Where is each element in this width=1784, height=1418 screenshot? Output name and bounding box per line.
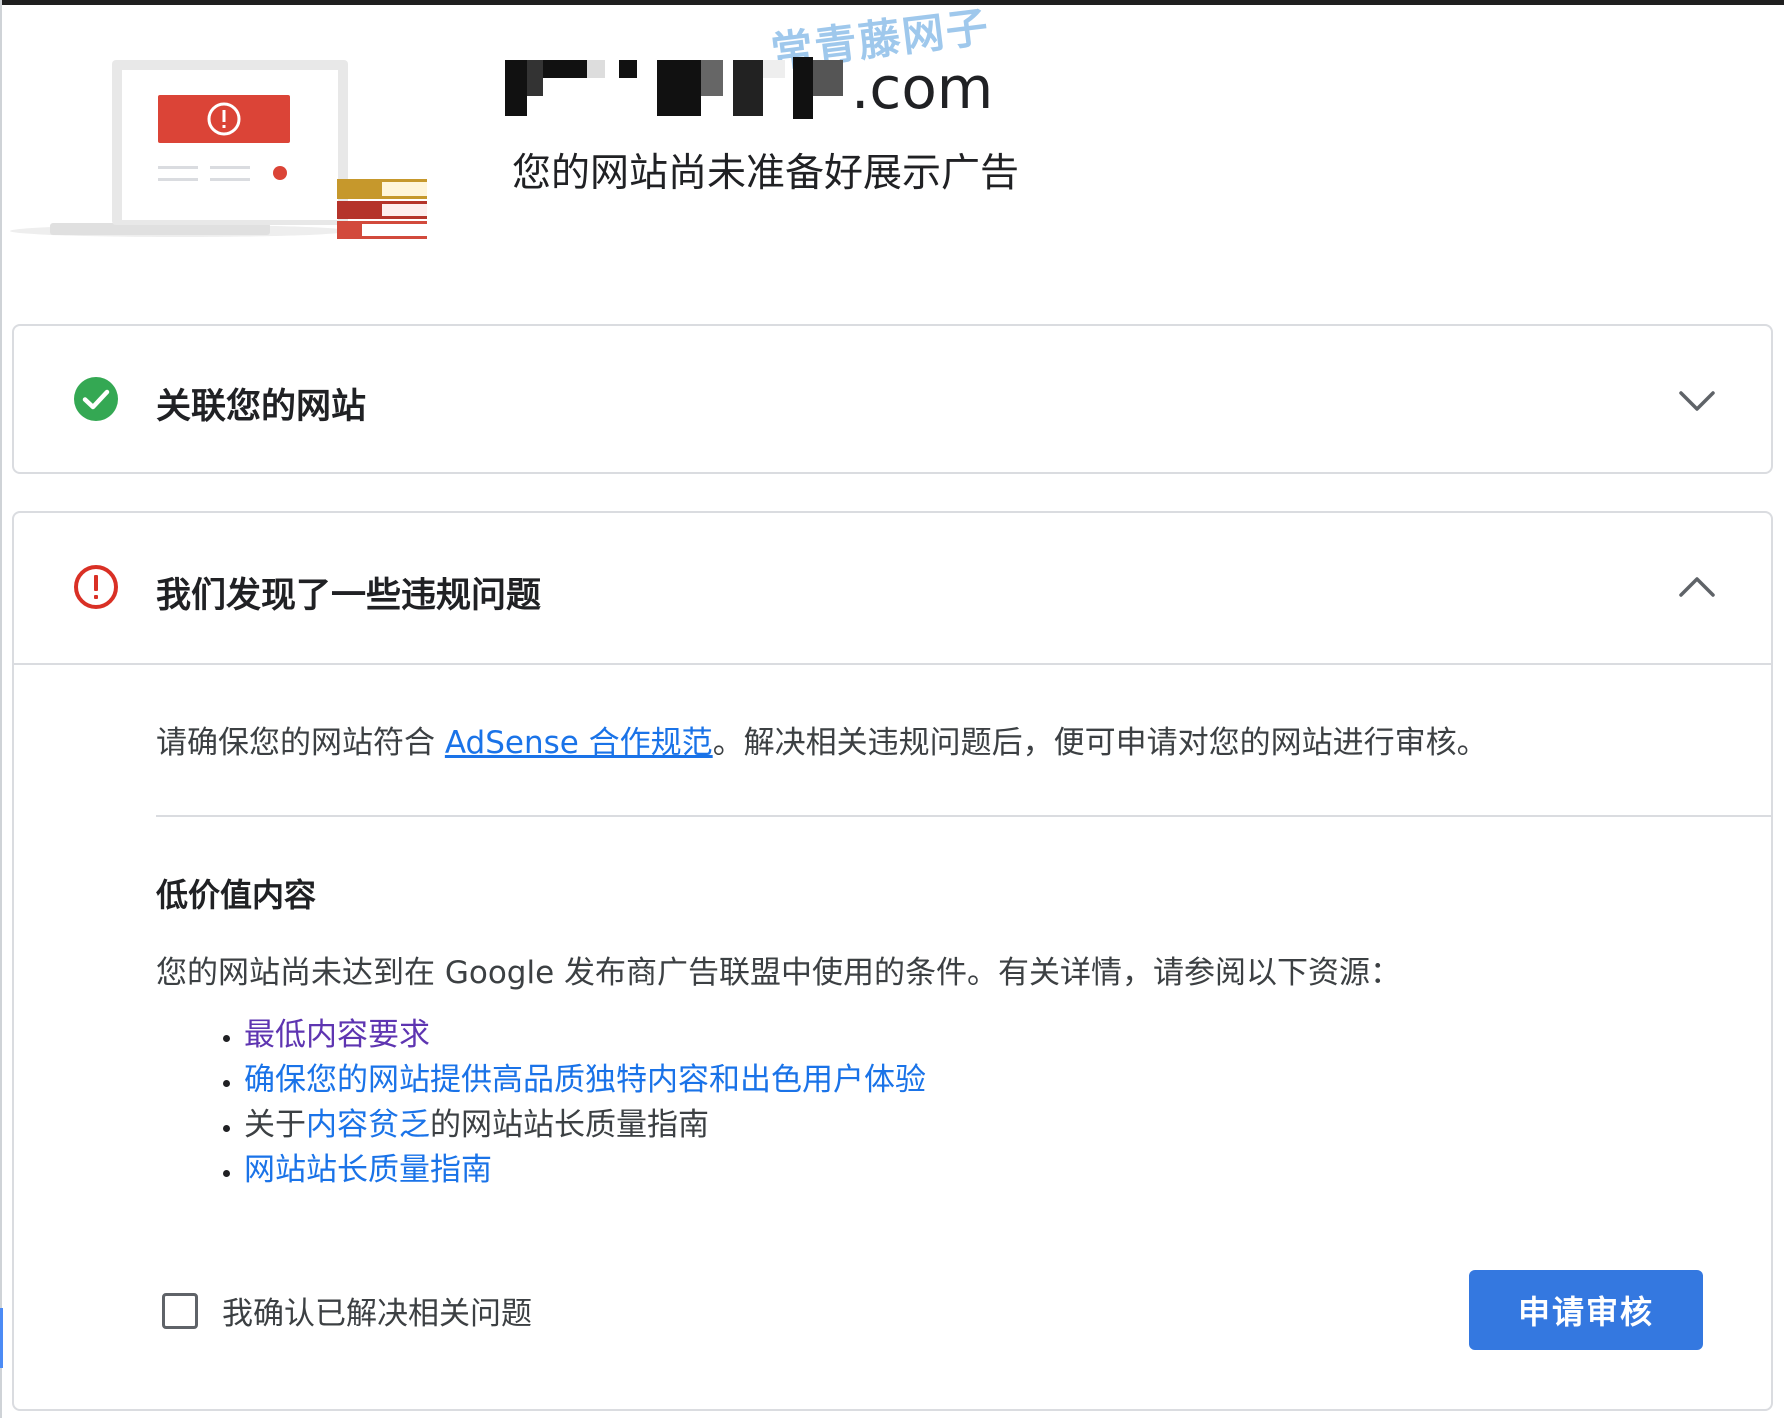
policy-intro: 请确保您的网站符合 AdSense 合作规范。解决相关违规问题后，便可申请对您的… (156, 717, 1488, 762)
step-header-violations[interactable]: 我们发现了一些违规问题 (14, 513, 1771, 665)
error-circle-icon (74, 565, 118, 609)
confirm-resolved[interactable]: 我确认已解决相关问题 (162, 1288, 532, 1333)
violation-title: 低价值内容 (156, 876, 317, 914)
resource-link[interactable]: 确保您的网站提供高品质独特内容和出色用户体验 (244, 1062, 926, 1098)
site-domain: .com (505, 52, 993, 124)
step-card-connect-site: 关联您的网站 (12, 324, 1773, 474)
side-marker (0, 1308, 3, 1368)
resource-item: 关于内容贫乏的网站站长质量指南 (244, 1103, 926, 1148)
site-status-title: 您的网站尚未准备好展示广告 (512, 151, 1020, 196)
resource-text: 的网站站长质量指南 (430, 1107, 709, 1143)
redacted-domain-mosaic (505, 57, 843, 119)
chevron-up-icon[interactable] (1675, 565, 1719, 609)
resource-item: 网站站长质量指南 (244, 1148, 926, 1193)
site-not-ready-illustration (10, 60, 427, 239)
intro-text: 。解决相关违规问题后，便可申请对您的网站进行审核。 (712, 725, 1488, 761)
domain-suffix: .com (851, 54, 994, 122)
step-header-connect-site[interactable]: 关联您的网站 (14, 326, 1771, 474)
resource-link[interactable]: 内容贫乏 (306, 1107, 430, 1143)
step-title: 关联您的网站 (156, 387, 367, 427)
resource-link[interactable]: 网站站长质量指南 (244, 1152, 492, 1188)
confirm-checkbox[interactable] (162, 1292, 198, 1329)
left-border (0, 0, 2, 1418)
intro-text: 请确保您的网站符合 (156, 725, 445, 761)
chevron-down-icon[interactable] (1675, 378, 1719, 422)
resource-list: 最低内容要求 确保您的网站提供高品质独特内容和出色用户体验 关于内容贫乏的网站站… (156, 1013, 926, 1193)
violation-description: 您的网站尚未达到在 Google 发布商广告联盟中使用的条件。有关详情，请参阅以… (156, 955, 1402, 991)
resource-text: 关于 (244, 1107, 306, 1143)
adsense-policies-link[interactable]: AdSense 合作规范 (445, 725, 713, 761)
step-title: 我们发现了一些违规问题 (156, 576, 542, 616)
resource-item: 最低内容要求 (244, 1013, 926, 1058)
confirm-label: 我确认已解决相关问题 (222, 1296, 532, 1332)
divider (156, 815, 1771, 817)
resource-item: 确保您的网站提供高品质独特内容和出色用户体验 (244, 1058, 926, 1103)
resource-link[interactable]: 最低内容要求 (244, 1017, 430, 1053)
request-review-button[interactable]: 申请审核 (1469, 1270, 1703, 1350)
step-card-violations: 我们发现了一些违规问题 请确保您的网站符合 AdSense 合作规范。解决相关违… (12, 511, 1773, 1411)
check-circle-icon (74, 377, 118, 421)
